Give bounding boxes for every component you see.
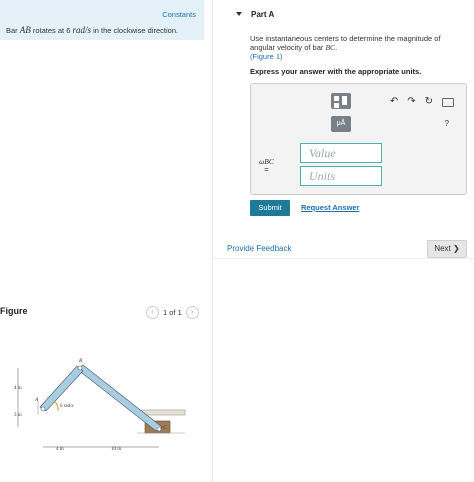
dim-10in: 10 in (111, 447, 122, 452)
constants-link[interactable]: Constants (162, 10, 196, 19)
reset-icon[interactable]: ↻ (425, 96, 433, 107)
dim-4in-bottom: 4 in (56, 447, 64, 452)
answer-label: ωBC = (259, 158, 274, 174)
answer-equals: = (264, 165, 269, 174)
rotation-arrow (53, 400, 59, 412)
figure-link[interactable]: (Figure 1) (250, 52, 283, 61)
instruction-bar-name: BC (325, 43, 336, 52)
answer-panel: Part A Use instantaneous centers to dete… (213, 0, 474, 482)
label-rate: 6 rad/s (60, 404, 74, 409)
next-figure-button[interactable]: › (185, 306, 199, 319)
figure-pager: ‹ 1 of 1 › (146, 306, 199, 319)
value-input[interactable]: Value (300, 143, 382, 163)
help-icon[interactable]: ? (445, 119, 449, 128)
keyboard-icon[interactable] (442, 98, 454, 107)
undo-icon[interactable]: ↶ (390, 96, 398, 107)
statement-text-end: in the clockwise direction. (90, 26, 179, 35)
units-tool-button[interactable]: μÅ (331, 116, 351, 132)
pin-c (156, 426, 162, 432)
collapse-caret-icon[interactable] (236, 12, 242, 16)
statement-unit: rad/s (72, 25, 91, 35)
instruction-text: Use instantaneous centers to determine t… (250, 34, 441, 52)
part-title[interactable]: Part A (251, 10, 274, 19)
pin-b (77, 365, 83, 371)
statement-text-mid: rotates at 6 (30, 26, 73, 35)
label-b: B (79, 358, 83, 364)
units-input[interactable]: Units (300, 166, 382, 186)
provide-feedback-link[interactable]: Provide Feedback (227, 244, 291, 253)
toolbar-icons: ↶ ↷ ↻ (390, 96, 454, 107)
template-square-icon (342, 96, 347, 105)
figure-page-count: 1 of 1 (163, 308, 182, 317)
problem-statement-box: Constants Bar AB rotates at 6 rad/s in t… (0, 0, 204, 40)
redo-icon[interactable]: ↷ (407, 96, 415, 107)
figure-title: Figure (0, 306, 28, 316)
templates-tool-button[interactable] (331, 93, 351, 109)
bar-bc (76, 364, 163, 432)
template-square-icon (334, 103, 339, 108)
label-a: A (34, 397, 39, 403)
instruction-end: . (335, 43, 338, 52)
prev-figure-button[interactable]: ‹ (146, 306, 159, 319)
mechanism-figure: A B C 6 rad/s 4 in 3 in 4 in 10 in (14, 358, 186, 452)
label-c: C (163, 425, 167, 431)
section-divider (213, 258, 474, 259)
problem-panel: Constants Bar AB rotates at 6 rad/s in t… (0, 0, 212, 482)
request-answer-link[interactable]: Request Answer (301, 203, 360, 212)
statement-text: Bar (6, 26, 20, 35)
problem-statement: Bar AB rotates at 6 rad/s in the clockwi… (6, 25, 178, 35)
next-button[interactable]: Next ❯ (427, 240, 467, 258)
submit-button[interactable]: Submit (250, 200, 290, 216)
dim-3in: 3 in (14, 413, 22, 418)
statement-bar-name: AB (19, 25, 31, 35)
express-instruction: Express your answer with the appropriate… (250, 67, 422, 76)
dim-4in-left: 4 in (14, 386, 22, 391)
pin-a (40, 406, 46, 412)
template-square-icon (334, 96, 339, 101)
answer-box: μÅ ↶ ↷ ↻ ? ωBC = Value Units (250, 83, 467, 195)
question-instruction: Use instantaneous centers to determine t… (250, 34, 465, 61)
